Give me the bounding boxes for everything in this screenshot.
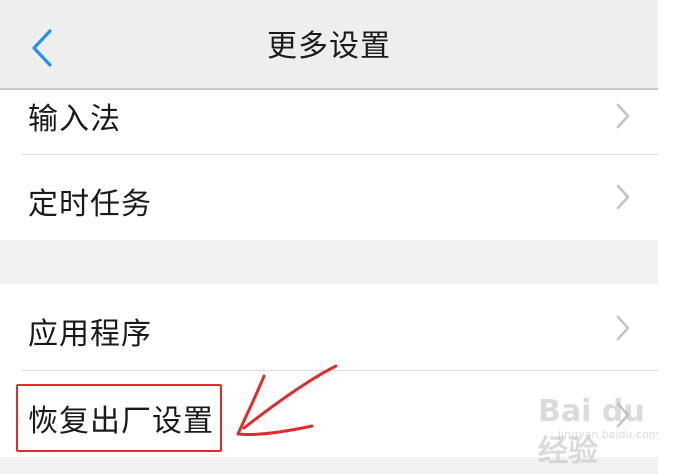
screenshot-margin [658, 0, 680, 474]
settings-item-input-method[interactable]: 输入法 [0, 92, 658, 154]
settings-item-label: 应用程序 [28, 317, 152, 352]
settings-item-label: 定时任务 [28, 187, 152, 222]
watermark-url: jingyan.baidu.com [558, 428, 660, 441]
settings-item-label: 输入法 [28, 102, 121, 137]
chevron-right-icon [616, 315, 630, 341]
section-gap [0, 240, 658, 284]
watermark-logo: Bai du 经验 jingyan.baidu.com [538, 392, 660, 469]
chevron-right-icon [616, 103, 630, 129]
chevron-right-icon [616, 184, 630, 210]
settings-screen: 更多设置 输入法 定时任务 应用程序 恢复出厂设置 Bai du 经验 jing… [0, 0, 660, 474]
red-arrow-annotation [236, 364, 338, 436]
settings-item-scheduled-tasks[interactable]: 定时任务 [0, 155, 658, 240]
settings-item-applications[interactable]: 应用程序 [0, 284, 658, 370]
header-bar: 更多设置 [0, 0, 658, 90]
page-title: 更多设置 [267, 29, 391, 64]
annotation-highlight-box [16, 384, 222, 452]
